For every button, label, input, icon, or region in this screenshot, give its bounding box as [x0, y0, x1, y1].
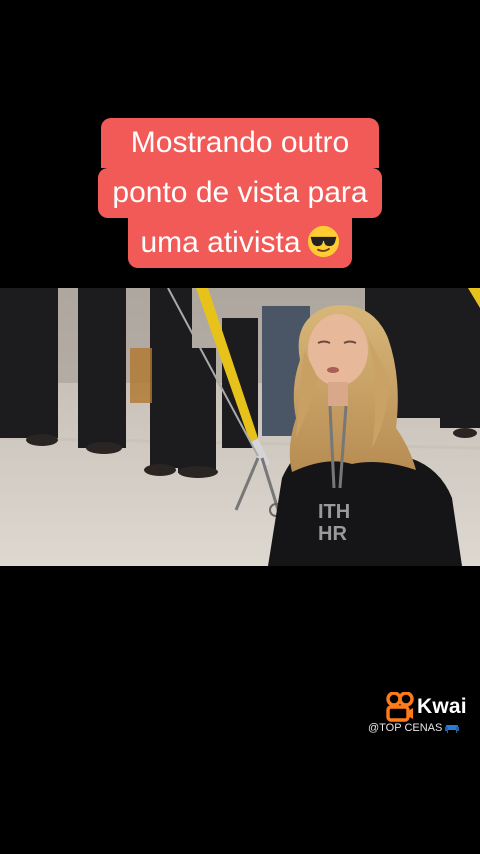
shirt-text-line-2: HR	[318, 523, 347, 545]
sunglasses-face-emoji-icon	[307, 225, 339, 258]
creator-handle: @TOP CENAS	[368, 722, 443, 734]
caption-overlay: Mostrando outro ponto de vista para uma …	[0, 118, 480, 268]
caption-line-2: ponto de vista para	[98, 168, 382, 218]
kwai-watermark: Kwai @TOP CENAS	[368, 692, 478, 734]
caption-line-3-text: uma ativista	[140, 226, 301, 259]
couch-icon	[445, 725, 460, 733]
caption-line-3: uma ativista	[128, 218, 352, 268]
video-screen[interactable]: Mostrando outro ponto de vista para uma …	[0, 0, 480, 854]
video-still-image: ITH HR	[0, 288, 480, 566]
handle-row: @TOP CENAS	[368, 722, 478, 734]
caption-line-1: Mostrando outro	[100, 118, 380, 168]
kwai-brand-row: Kwai	[368, 692, 478, 722]
kwai-brand-text: Kwai	[417, 695, 467, 718]
video-frame[interactable]: ITH HR	[0, 288, 480, 566]
kwai-logo-icon	[386, 692, 414, 722]
shirt-text-line-1: ITH	[318, 501, 350, 523]
